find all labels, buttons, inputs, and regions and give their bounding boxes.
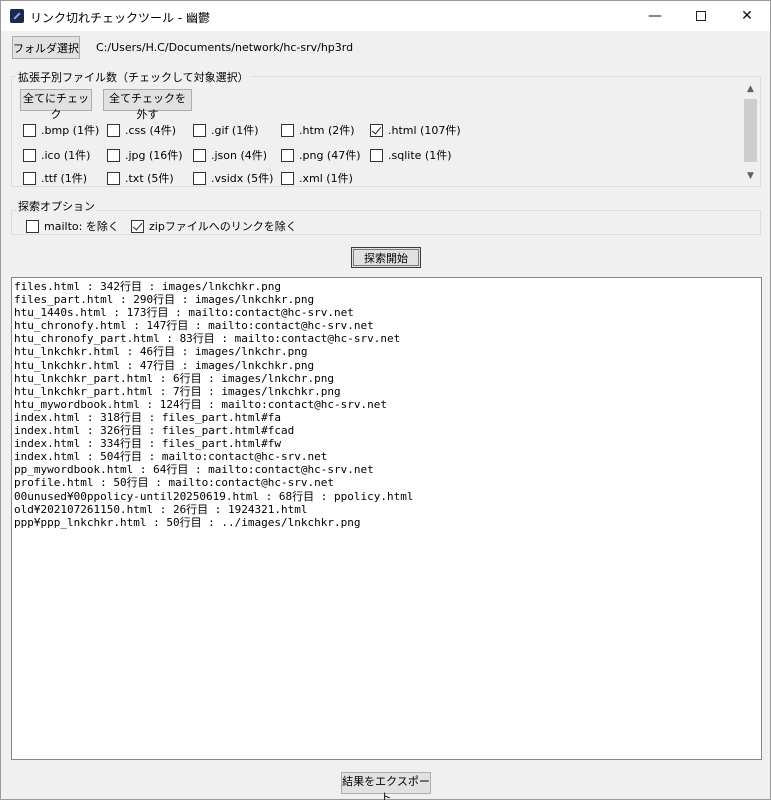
extension-checkbox-label: .jpg (16件) bbox=[125, 149, 183, 162]
extension-checkbox[interactable]: .ttf (1件) bbox=[23, 170, 87, 186]
result-line: htu_lnkchkr.html : 47行目 : images/lnkchkr… bbox=[14, 358, 315, 372]
check-all-button[interactable]: 全てにチェック bbox=[20, 89, 92, 121]
checkbox-unchecked-icon[interactable] bbox=[23, 149, 36, 162]
option-checkbox-label: mailto: を除く bbox=[44, 220, 119, 233]
scroll-up-arrow-icon[interactable]: ▲ bbox=[742, 81, 759, 98]
close-button[interactable]: ✕ bbox=[724, 1, 770, 31]
maximize-button[interactable] bbox=[678, 1, 724, 31]
app-icon bbox=[10, 9, 24, 23]
extension-checkbox-label: .sqlite (1件) bbox=[388, 149, 452, 162]
result-line: htu_mywordbook.html : 124行目 : mailto:con… bbox=[14, 397, 387, 411]
extension-checkbox-label: .bmp (1件) bbox=[41, 124, 100, 137]
extension-checkbox-label: .vsidx (5件) bbox=[211, 172, 274, 185]
extension-checkbox-label: .json (4件) bbox=[211, 149, 268, 162]
extension-checkbox[interactable]: .html (107件) bbox=[370, 122, 461, 138]
extension-checkbox[interactable]: .sqlite (1件) bbox=[370, 147, 451, 163]
extension-checkbox-label: .ico (1件) bbox=[41, 149, 91, 162]
checkbox-unchecked-icon[interactable] bbox=[23, 124, 36, 137]
extension-checkbox-label: .ttf (1件) bbox=[41, 172, 88, 185]
extension-checkbox[interactable]: .txt (5件) bbox=[107, 170, 174, 186]
result-line: files.html : 342行目 : images/lnkchkr.png bbox=[14, 280, 282, 293]
result-line: htu_lnkchkr_part.html : 7行目 : images/lnk… bbox=[14, 384, 341, 398]
checkbox-unchecked-icon[interactable] bbox=[107, 149, 120, 162]
checkbox-checked-icon[interactable] bbox=[370, 124, 383, 137]
option-checkbox[interactable]: mailto: を除く bbox=[26, 218, 119, 234]
extension-checkbox[interactable]: .bmp (1件) bbox=[23, 122, 99, 138]
extension-checkbox-label: .gif (1件) bbox=[211, 124, 259, 137]
extension-checkbox[interactable]: .json (4件) bbox=[193, 147, 267, 163]
extension-scrollbar[interactable]: ▲ ▼ bbox=[742, 81, 759, 185]
extension-checkbox[interactable]: .png (47件) bbox=[281, 147, 361, 163]
window-title: リンク切れチェックツール - 幽鬱 bbox=[30, 11, 210, 25]
checkbox-checked-icon[interactable] bbox=[131, 220, 144, 233]
result-line: index.html : 334行目 : files_part.html#fw bbox=[14, 437, 282, 451]
checkbox-unchecked-icon[interactable] bbox=[193, 124, 206, 137]
search-options-group bbox=[11, 210, 761, 235]
checkbox-unchecked-icon[interactable] bbox=[23, 172, 36, 185]
result-line: htu_chronofy.html : 147行目 : mailto:conta… bbox=[14, 319, 374, 333]
option-checkbox-label: zipファイルへのリンクを除く bbox=[149, 220, 297, 233]
checkbox-unchecked-icon[interactable] bbox=[107, 172, 120, 185]
result-line: htu_chronofy_part.html : 83行目 : mailto:c… bbox=[14, 332, 401, 346]
result-line: index.html : 326行目 : files_part.html#fca… bbox=[14, 424, 295, 438]
extension-checkbox[interactable]: .vsidx (5件) bbox=[193, 170, 273, 186]
checkbox-unchecked-icon[interactable] bbox=[26, 220, 39, 233]
result-line: index.html : 318行目 : files_part.html#fa bbox=[14, 410, 282, 424]
extension-checkbox[interactable]: .jpg (16件) bbox=[107, 147, 183, 163]
scroll-down-arrow-icon[interactable]: ▼ bbox=[742, 168, 759, 185]
title-bar[interactable]: リンク切れチェックツール - 幽鬱 — ✕ bbox=[1, 1, 770, 31]
result-line: profile.html : 50行目 : mailto:contact@hc-… bbox=[14, 476, 335, 490]
folder-path: C:/Users/H.C/Documents/network/hc-srv/hp… bbox=[96, 41, 354, 54]
app-window: リンク切れチェックツール - 幽鬱 — ✕ フォルダ選択 C:/Users/H.… bbox=[0, 0, 771, 800]
extension-checkbox-label: .xml (1件) bbox=[299, 172, 353, 185]
minimize-button[interactable]: — bbox=[632, 1, 678, 31]
result-line: ppp¥ppp_lnkchkr.html : 50行目 : ../images/… bbox=[14, 515, 361, 529]
result-line: old¥202107261150.html : 26行目 : 1924321.h… bbox=[14, 502, 308, 516]
checkbox-unchecked-icon[interactable] bbox=[107, 124, 120, 137]
result-line: 00unused¥00ppolicy-until20250619.html : … bbox=[14, 489, 414, 503]
checkbox-unchecked-icon[interactable] bbox=[193, 149, 206, 162]
checkbox-unchecked-icon[interactable] bbox=[281, 149, 294, 162]
extension-checkbox[interactable]: .ico (1件) bbox=[23, 147, 90, 163]
scroll-thumb[interactable] bbox=[744, 99, 757, 162]
extension-checkbox-label: .txt (5件) bbox=[125, 172, 174, 185]
extension-checkbox[interactable]: .gif (1件) bbox=[193, 122, 259, 138]
checkbox-unchecked-icon[interactable] bbox=[193, 172, 206, 185]
extension-checkbox[interactable]: .css (4件) bbox=[107, 122, 176, 138]
extension-checkbox-label: .htm (2件) bbox=[299, 124, 355, 137]
maximize-icon bbox=[696, 11, 706, 21]
option-checkbox[interactable]: zipファイルへのリンクを除く bbox=[131, 218, 297, 234]
export-results-button[interactable]: 結果をエクスポート bbox=[341, 772, 431, 800]
checkbox-unchecked-icon[interactable] bbox=[370, 149, 383, 162]
results-output[interactable]: files.html : 342行目 : images/lnkchkr.png f… bbox=[11, 277, 762, 760]
extension-group-label: 拡張子別ファイル数（チェックして対象選択） bbox=[16, 69, 251, 85]
extension-checkbox-label: .png (47件) bbox=[299, 149, 361, 162]
result-line: htu_lnkchkr_part.html : 6行目 : images/lnk… bbox=[14, 371, 335, 385]
result-line: htu_1440s.html : 173行目 : mailto:contact@… bbox=[14, 306, 354, 320]
checkbox-unchecked-icon[interactable] bbox=[281, 124, 294, 137]
search-start-button[interactable]: 探索開始 bbox=[351, 247, 421, 268]
checkbox-unchecked-icon[interactable] bbox=[281, 172, 294, 185]
extension-checkbox[interactable]: .xml (1件) bbox=[281, 170, 353, 186]
search-options-label: 探索オプション bbox=[16, 198, 97, 214]
extension-checkbox-label: .html (107件) bbox=[388, 124, 461, 137]
result-line: files_part.html : 290行目 : images/lnkchkr… bbox=[14, 293, 315, 307]
uncheck-all-button[interactable]: 全てチェックを外す bbox=[103, 89, 192, 121]
extension-checkbox-label: .css (4件) bbox=[125, 124, 177, 137]
result-line: htu_lnkchkr.html : 46行目 : images/lnkchr.… bbox=[14, 345, 308, 359]
extension-checkbox[interactable]: .htm (2件) bbox=[281, 122, 355, 138]
result-line: pp_mywordbook.html : 64行目 : mailto:conta… bbox=[14, 463, 374, 477]
folder-select-button[interactable]: フォルダ選択 bbox=[12, 36, 80, 59]
result-line: index.html : 504行目 : mailto:contact@hc-s… bbox=[14, 450, 328, 464]
